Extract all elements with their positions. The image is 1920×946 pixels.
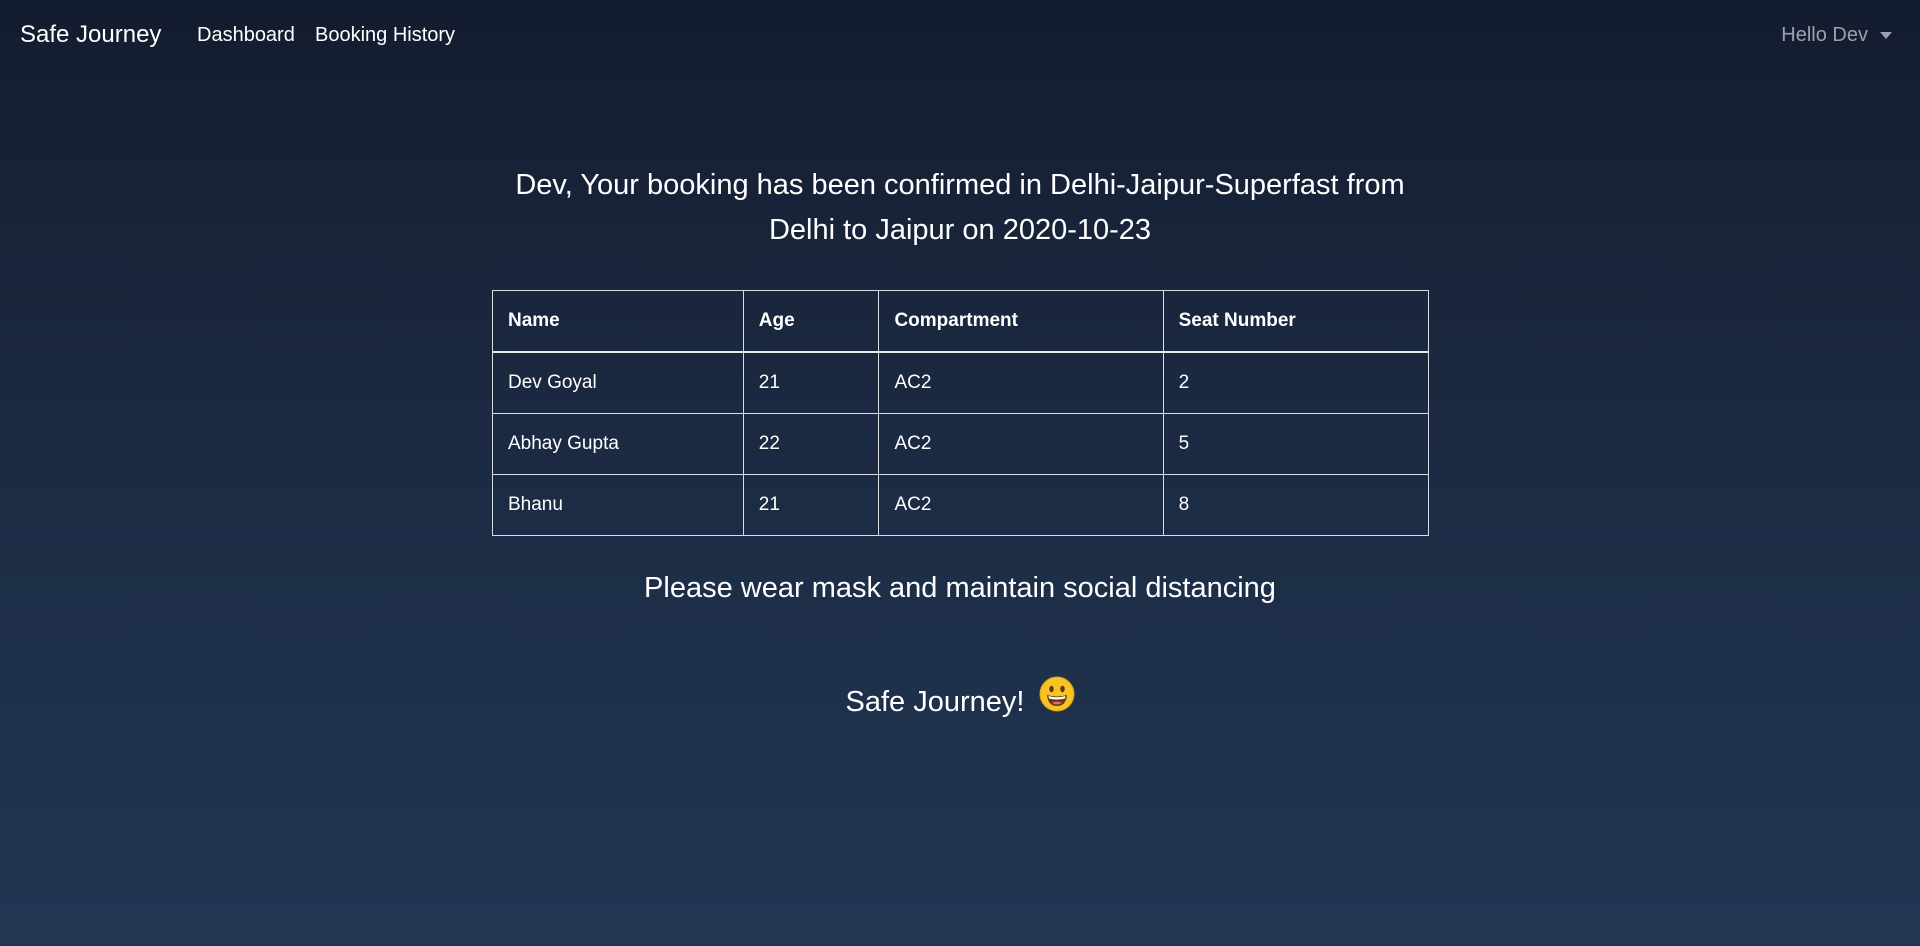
grinning-face-emoji-icon (1039, 676, 1075, 724)
cell-compartment: AC2 (878, 474, 1164, 536)
user-greeting: Hello Dev (1781, 24, 1868, 46)
cell-compartment: AC2 (878, 351, 1164, 414)
farewell-text: Safe Journey! (845, 686, 1025, 718)
table-row: Dev Goyal 21 AC2 2 (492, 351, 1430, 414)
cell-seat-number: 5 (1162, 413, 1430, 475)
caret-down-icon (1880, 31, 1892, 39)
confirmation-line-2: Delhi to Jaipur on 2020-10-23 (768, 214, 1152, 246)
cell-name: Bhanu (492, 474, 744, 536)
nav-link-dashboard[interactable]: Dashboard (197, 24, 295, 46)
cell-name: Dev Goyal (492, 351, 744, 414)
table-row: Bhanu 21 AC2 8 (492, 474, 1430, 536)
header-age: Age (742, 290, 880, 353)
brand-logo-link[interactable]: Safe Journey (20, 20, 161, 50)
header-compartment: Compartment (878, 290, 1164, 353)
passengers-table: Name Age Compartment Seat Number Dev Goy… (492, 290, 1430, 536)
top-navbar: Safe Journey Dashboard Booking History H… (0, 0, 1920, 70)
header-name: Name (492, 290, 744, 353)
cell-compartment: AC2 (878, 413, 1164, 475)
header-seat-number: Seat Number (1162, 290, 1430, 353)
cell-age: 21 (742, 474, 880, 536)
table-row: Abhay Gupta 22 AC2 5 (492, 413, 1430, 475)
cell-name: Abhay Gupta (492, 413, 744, 475)
confirmation-line-1: Dev, Your booking has been confirmed in … (515, 169, 1405, 201)
table-header-row: Name Age Compartment Seat Number (492, 290, 1430, 353)
cell-age: 22 (742, 413, 880, 475)
cell-seat-number: 8 (1162, 474, 1430, 536)
booking-confirmation-heading: Dev, Your booking has been confirmed in … (0, 163, 1920, 253)
safety-advice-text: Please wear mask and maintain social dis… (644, 572, 1276, 604)
farewell-message: Safe Journey! (0, 676, 1920, 724)
user-dropdown-toggle[interactable]: Hello Dev (1781, 24, 1892, 46)
nav-link-booking-history[interactable]: Booking History (315, 24, 455, 46)
cell-age: 21 (742, 351, 880, 414)
cell-seat-number: 2 (1162, 351, 1430, 414)
